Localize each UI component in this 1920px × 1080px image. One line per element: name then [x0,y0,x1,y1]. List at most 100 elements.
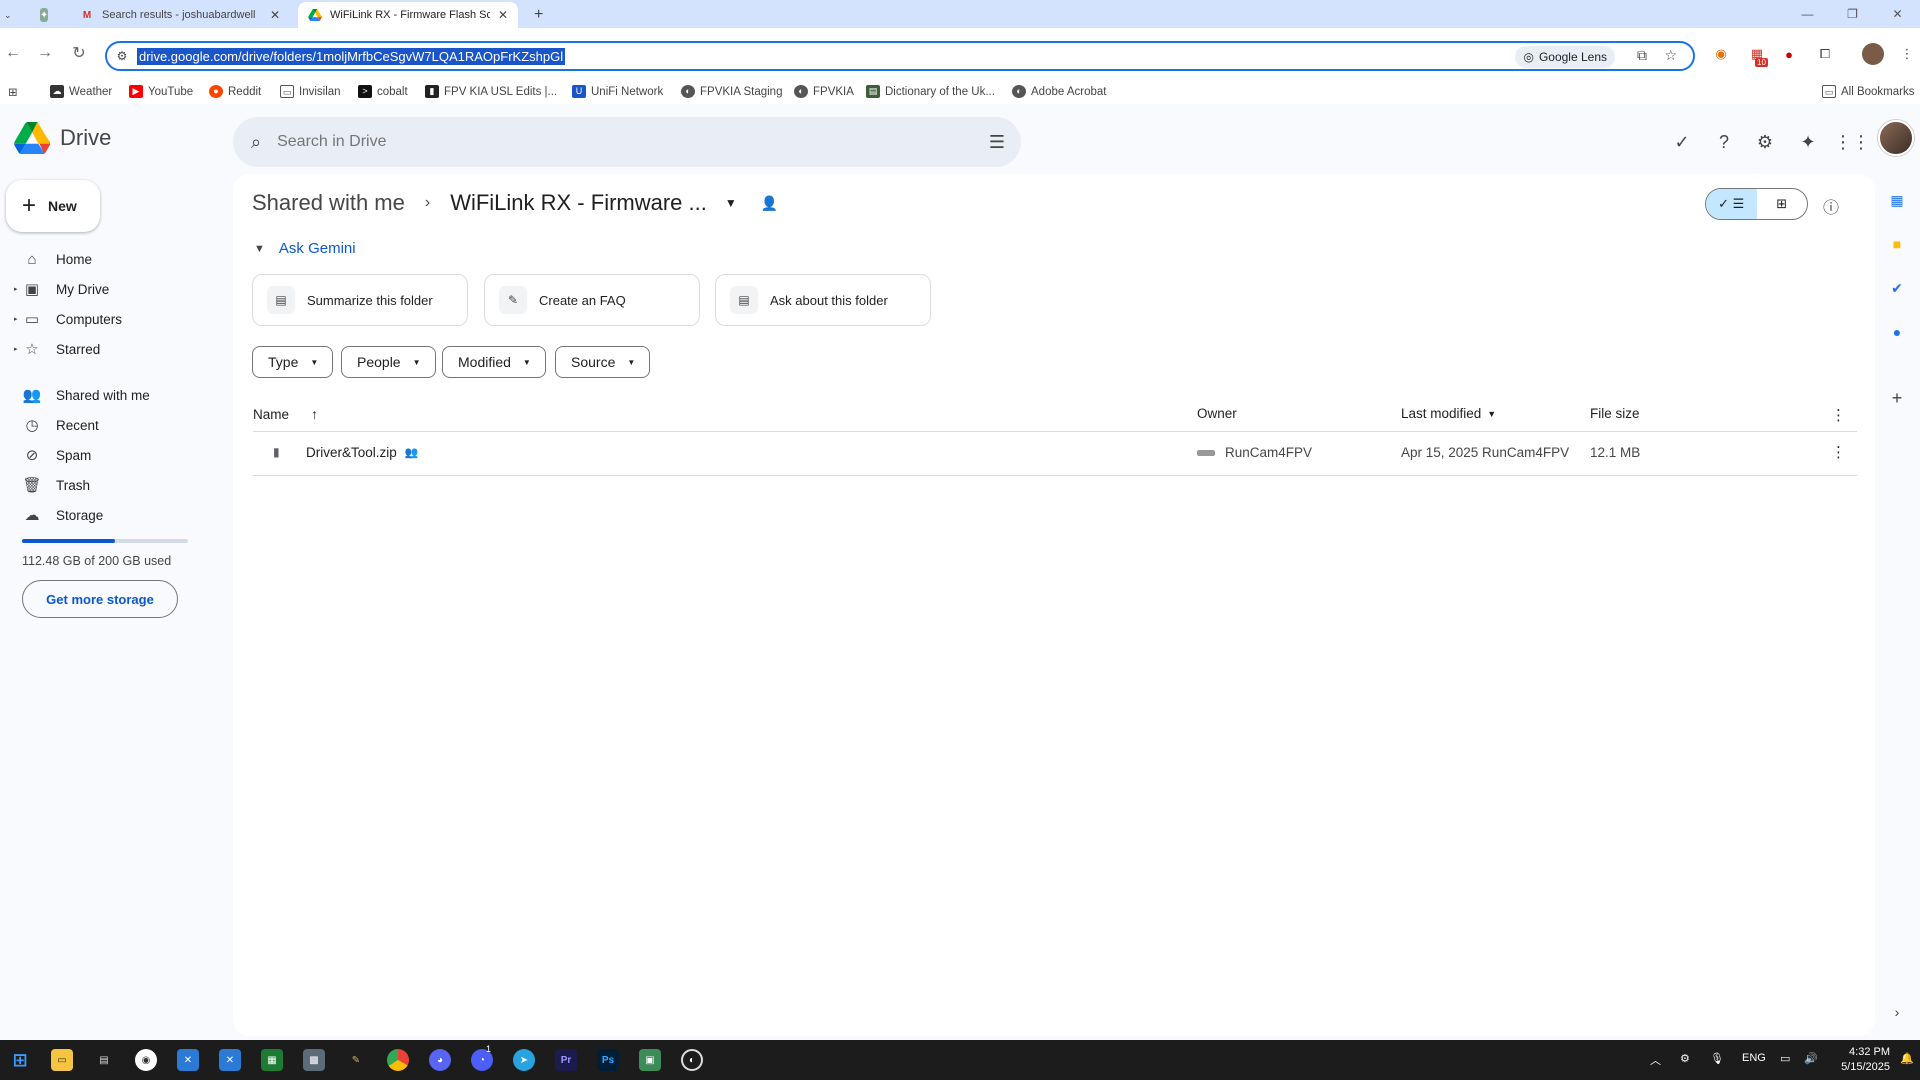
all-bookmarks[interactable]: ▭ All Bookmarks [1822,85,1915,98]
url-text[interactable]: drive.google.com/drive/folders/1moljMrfb… [137,47,566,65]
bookmark-cobalt[interactable]: > cobalt [358,85,408,98]
tab-extension[interactable]: ✦ [30,2,66,28]
store-icon[interactable]: ▤ [93,1049,115,1071]
column-owner[interactable]: Owner [1197,406,1237,421]
sidebar-item-spam[interactable]: ⊘ Spam [14,442,92,468]
list-view-button[interactable]: ✓ ☰ [1706,189,1757,219]
sidebar-item-recent[interactable]: ◷ Recent [14,412,98,438]
app-icon[interactable]: ▣ [639,1049,661,1071]
bookmark-star-icon[interactable]: ☆ [1664,47,1677,64]
search-options-icon[interactable]: ☰ [989,132,1005,153]
minimize-icon[interactable]: — [1785,0,1830,28]
file-explorer-icon[interactable]: ▭ [51,1049,73,1071]
site-info-icon[interactable]: ⚙ [107,49,137,63]
get-more-storage-button[interactable]: Get more storage [22,580,178,618]
tab-close-icon[interactable]: ✕ [498,8,508,22]
sort-ascending-icon[interactable]: ↑ [311,406,318,422]
add-addon-icon[interactable]: + [1887,388,1907,408]
new-button[interactable]: + New [6,180,100,232]
bookmark-weather[interactable]: ☁ Weather [50,85,112,98]
bookmark-fpv-kia-usl[interactable]: ▮ FPV KIA USL Edits |... [425,85,557,98]
expand-caret-icon[interactable]: ▸ [14,345,22,353]
tab-drive[interactable]: WiFiLink RX - Firmware Flash Sc ✕ [298,2,519,28]
app-icon[interactable]: ✕ [177,1049,199,1071]
reload-icon[interactable]: ↻ [66,40,92,66]
sidebar-item-starred[interactable]: ▸ ☆ Starred [14,336,100,362]
volume-icon[interactable]: 🔊 [1804,1052,1818,1065]
row-actions-kebab-icon[interactable]: ⋮ [1831,443,1846,461]
tasks-icon[interactable]: ✔ [1887,278,1907,298]
grid-view-button[interactable]: ⊞ [1757,189,1808,219]
gemini-sparkle-icon[interactable]: ✦ [1793,127,1823,157]
restore-icon[interactable]: ❐ [1830,0,1875,28]
excel-icon[interactable]: ▦ [261,1049,283,1071]
bookmark-invisilan[interactable]: ▭ Invisilan [280,85,341,98]
ask-about-folder-button[interactable]: ▤ Ask about this folder [715,274,931,326]
bookmark-fpvkia[interactable]: ◐ FPVKIA [794,85,854,98]
contacts-icon[interactable]: ● [1887,322,1907,342]
expand-caret-icon[interactable]: ▸ [14,285,22,293]
photoshop-icon[interactable]: Ps [597,1049,619,1071]
account-avatar[interactable] [1878,120,1914,156]
tray-overflow-icon[interactable]: ︿ [1650,1052,1661,1068]
microphone-icon[interactable]: 🎙 [1710,1052,1724,1065]
bookmark-fpvkia-staging[interactable]: ◐ FPVKIA Staging [681,85,782,98]
address-bar[interactable]: ⚙ drive.google.com/drive/folders/1moljMr… [105,41,1695,71]
sidebar-item-computers[interactable]: ▸ ▭ Computers [14,306,122,332]
filter-modified[interactable]: Modified ▼ [442,346,546,378]
chrome-icon[interactable] [387,1049,409,1071]
calendar-icon[interactable]: ▦ [1887,190,1907,210]
bookmark-youtube[interactable]: ▶ YouTube [129,85,193,98]
back-icon[interactable]: ← [0,40,26,66]
tray-app-icon[interactable]: ⚙ [1680,1052,1690,1065]
sidebar-item-trash[interactable]: 🗑 Trash [14,472,90,498]
extensions-puzzle-icon[interactable]: ⧠ [1814,43,1836,65]
help-icon[interactable]: ? [1709,127,1739,157]
notifications-icon[interactable]: 🔔 [1900,1052,1914,1065]
close-window-icon[interactable]: ✕ [1875,0,1920,28]
settings-gear-icon[interactable]: ⚙ [1750,127,1780,157]
app-icon[interactable]: ▩ [303,1049,325,1071]
install-icon[interactable]: ⧉ [1637,47,1647,64]
app-icon[interactable]: ✕ [219,1049,241,1071]
google-lens-button[interactable]: ◎ Google Lens [1515,46,1615,68]
expand-caret-icon[interactable]: ▸ [14,315,22,323]
obs-icon[interactable]: ◐ [681,1049,703,1071]
menu-kebab-icon[interactable]: ⋮ [1896,43,1918,65]
system-clock[interactable]: 4:32 PM 5/15/2025 [1841,1045,1890,1075]
discord-icon[interactable]: ◕ [429,1049,451,1071]
premiere-pro-icon[interactable]: Pr [555,1049,577,1071]
app-icon[interactable]: ◉ [135,1049,157,1071]
bookmark-adobe-acrobat[interactable]: ◐ Adobe Acrobat [1012,85,1106,98]
create-faq-button[interactable]: ✎ Create an FAQ [484,274,700,326]
info-icon[interactable]: ⓘ [1823,194,1839,218]
filter-source[interactable]: Source ▼ [555,346,651,378]
network-icon[interactable]: ▭ [1780,1052,1790,1065]
filter-people[interactable]: People ▼ [341,346,436,378]
ask-gemini-toggle[interactable]: ▼ Ask Gemini [254,240,356,257]
summarize-folder-button[interactable]: ▤ Summarize this folder [252,274,468,326]
telegram-icon[interactable]: ➤ [513,1049,535,1071]
forward-icon[interactable]: → [32,40,58,66]
keep-icon[interactable]: ■ [1887,234,1907,254]
app-icon[interactable]: ✎ [345,1049,367,1071]
windows-start-icon[interactable]: ⊞ [9,1049,31,1071]
new-tab-button[interactable]: + [524,2,553,28]
tab-close-icon[interactable]: ✕ [270,8,280,22]
sidebar-item-home[interactable]: ⌂ Home [14,246,92,272]
tab-gmail[interactable]: M Search results - joshuabardwell ✕ [70,2,290,28]
drive-logo[interactable]: Drive [14,122,111,154]
drive-search-bar[interactable]: ⌕ ☰ [233,117,1021,167]
sidebar-item-shared-with-me[interactable]: 👥 Shared with me [14,382,150,408]
table-row[interactable]: ▮ Driver&Tool.zip 👥 RunCam4FPV Apr 15, 20… [253,432,1857,476]
search-input[interactable] [277,133,918,151]
apps-grid-icon[interactable]: ⋮⋮ [1834,127,1870,157]
collapse-panel-icon[interactable]: › [1887,1002,1907,1022]
column-name[interactable]: Name ↑ [253,406,318,422]
tab-search-dropdown[interactable]: ⌄ [0,2,20,28]
column-last-modified[interactable]: Last modified ▼ [1401,406,1496,421]
breadcrumb-current-folder[interactable]: WiFiLink RX - Firmware ... [450,190,707,216]
search-icon[interactable]: ⌕ [251,132,261,153]
apps-grid-icon[interactable]: ⊞ [8,85,18,99]
bookmark-reddit[interactable]: ● Reddit [209,85,261,98]
